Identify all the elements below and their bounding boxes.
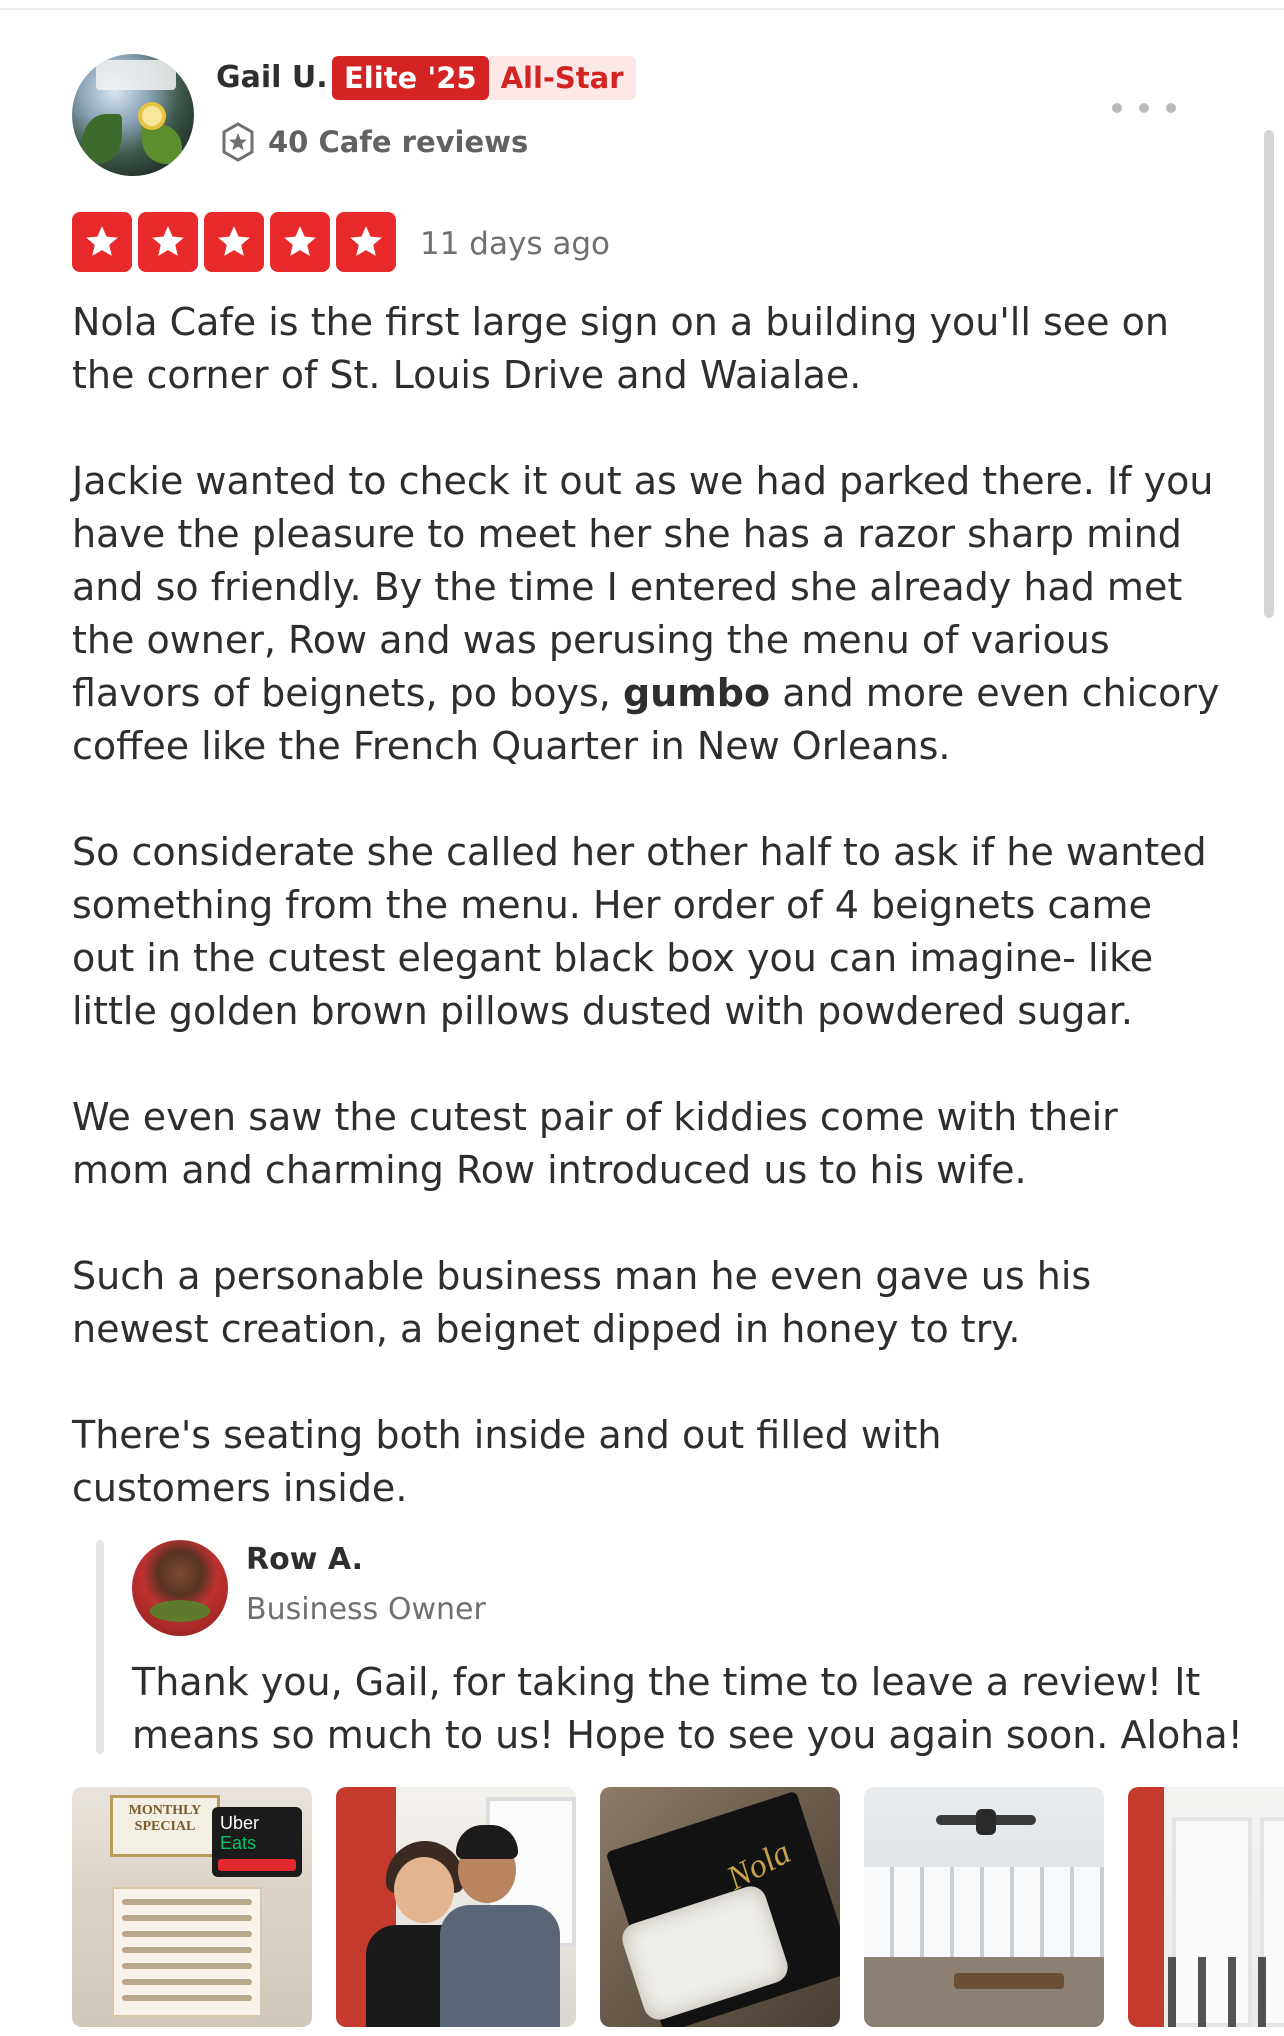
- elite-badge-label: Elite '25: [332, 56, 489, 100]
- reviewer-avatar[interactable]: [72, 54, 194, 176]
- review-date: 11 days ago: [420, 226, 610, 262]
- owner-reply-text: Thank you, Gail, for taking the time to …: [132, 1660, 1243, 1757]
- review-paragraph: We even saw the cutest pair of kiddies c…: [72, 1095, 1118, 1192]
- photo-menu-board[interactable]: MONTHLY SPECIAL Uber Eats: [72, 1787, 312, 2027]
- menu-sign-text: MONTHLY SPECIAL: [128, 1803, 202, 1834]
- star-icon: [72, 212, 132, 272]
- review-paragraph: There's seating both inside and out fill…: [72, 1413, 942, 1510]
- owner-role: Business Owner: [246, 1592, 486, 1627]
- review-paragraph: So considerate she called her other half…: [72, 830, 1207, 1033]
- star-icon: [336, 212, 396, 272]
- top-divider: [0, 8, 1284, 10]
- allstar-badge-label: All-Star: [488, 56, 636, 100]
- review-count: 40 Cafe reviews: [218, 120, 528, 164]
- star-rating: [72, 212, 396, 272]
- reply-divider: [96, 1540, 104, 1754]
- owner-name[interactable]: Row A.: [246, 1542, 363, 1577]
- elite-badge: Elite '25 All-Star: [332, 56, 636, 100]
- owner-avatar[interactable]: [132, 1540, 228, 1636]
- reviewer-name[interactable]: Gail U.: [216, 60, 328, 95]
- star-icon: [138, 212, 198, 272]
- review-paragraph: Nola Cafe is the first large sign on a b…: [72, 300, 1169, 397]
- star-circle-icon: [222, 122, 254, 162]
- review-paragraph: Such a personable business man he even g…: [72, 1254, 1092, 1351]
- review-page: Gail U. Elite '25 All-Star 40 Cafe revie…: [0, 0, 1284, 2036]
- star-icon: [204, 212, 264, 272]
- review-text: Nola Cafe is the first large sign on a b…: [72, 296, 1222, 1515]
- star-icon: [270, 212, 330, 272]
- review-count-text: 40 Cafe reviews: [268, 125, 529, 159]
- review-photos: MONTHLY SPECIAL Uber Eats Nola: [72, 1787, 1284, 2027]
- highlighted-keyword[interactable]: gumbo: [623, 671, 770, 715]
- scrollbar[interactable]: [1264, 130, 1274, 618]
- photo-cafe-interior[interactable]: [864, 1787, 1104, 2027]
- photo-customer-with-owner[interactable]: [336, 1787, 576, 2027]
- uber-eats-sign: Uber Eats: [220, 1813, 260, 1853]
- photo-beignet-box[interactable]: Nola: [600, 1787, 840, 2027]
- photo-cafe-doors[interactable]: [1128, 1787, 1284, 2027]
- more-horizontal-icon[interactable]: [1112, 96, 1176, 120]
- review-paragraph: Jackie wanted to check it out as we had …: [72, 459, 1220, 768]
